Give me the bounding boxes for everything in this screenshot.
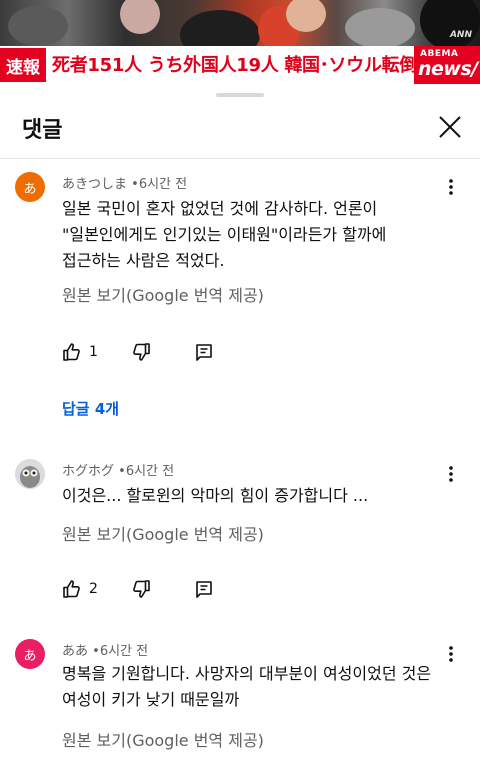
view-replies-button[interactable]: 답글 4개 — [62, 398, 119, 419]
abema-news-logo: ABEMA news/ — [414, 46, 480, 84]
reply-comment-icon — [196, 581, 212, 598]
drag-handle[interactable] — [216, 93, 264, 97]
comment-menu-button[interactable] — [440, 463, 462, 485]
thumbs-up-icon — [63, 580, 80, 598]
like-button[interactable]: 1 — [62, 340, 98, 364]
owl-avatar-image — [15, 459, 45, 489]
comment-text: 이것은... 할로윈의 악마의 힘이 증가합니다 ... — [62, 483, 457, 509]
comment-line: 일본 국민이 혼자 없었던 것에 감사하다. 언론이 — [62, 199, 378, 218]
more-vertical-icon — [449, 466, 453, 482]
like-count: 1 — [89, 344, 98, 360]
thumbs-down-icon — [133, 580, 150, 598]
comment-time: 6시간 전 — [125, 464, 175, 479]
comment-time: 6시간 전 — [138, 177, 188, 192]
avatar-letter: あ — [23, 181, 37, 197]
comments-sheet: 댓글 あ あきつしま •6시간 전 일본 국민이 혼자 없었던 것에 감사하다.… — [0, 84, 480, 771]
reply-comment-icon — [196, 344, 212, 361]
more-vertical-icon — [449, 646, 453, 662]
thumbs-down-icon — [133, 343, 150, 361]
like-count: 2 — [89, 581, 98, 597]
comment-menu-button[interactable] — [440, 176, 462, 198]
meta-separator: • — [118, 464, 126, 479]
avatar[interactable] — [15, 459, 45, 489]
ticker-headline: 死者151人 うち外国人19人 韓国･ソウル転倒事故 — [52, 55, 453, 76]
comment-line: 여성이 키가 낮기 때문일까 — [62, 690, 240, 709]
more-vertical-icon — [449, 179, 453, 195]
avatar[interactable]: あ — [15, 172, 45, 202]
logo-bottom-text: news/ — [418, 58, 478, 80]
comment-meta: ホグホグ •6시간 전 — [62, 460, 174, 479]
comment-line: 명복을 기원합니다. 사망자의 대부분이 여성이었던 것은 — [62, 664, 432, 683]
reply-button[interactable] — [195, 340, 213, 364]
avatar[interactable]: あ — [15, 639, 45, 669]
comment-time: 6시간 전 — [99, 644, 149, 659]
see-original-link[interactable]: 원본 보기(Google 번역 제공) — [62, 727, 264, 751]
like-button[interactable]: 2 — [62, 577, 98, 601]
dislike-button[interactable] — [131, 577, 151, 601]
meta-separator: • — [92, 644, 100, 659]
video-player[interactable]: ANN 速報 死者151人 うち外国人19人 韓国･ソウル転倒事故 ABEMA … — [0, 0, 480, 84]
breaking-tag: 速報 — [0, 48, 46, 82]
reply-button[interactable] — [195, 577, 213, 601]
close-button[interactable] — [434, 111, 466, 143]
dislike-button[interactable] — [131, 340, 151, 364]
sheet-title: 댓글 — [22, 118, 63, 143]
comment-text: 명복을 기원합니다. 사망자의 대부분이 여성이었던 것은 여성이 키가 낮기 … — [62, 661, 457, 713]
meta-separator: • — [131, 177, 139, 192]
thumbs-up-icon — [63, 343, 80, 361]
video-frame — [0, 0, 480, 46]
comment-meta: ああ •6시간 전 — [62, 640, 148, 659]
comment-author[interactable]: あきつしま — [62, 177, 127, 192]
see-original-link[interactable]: 원본 보기(Google 번역 제공) — [62, 521, 264, 545]
news-ticker: 速報 死者151人 うち外国人19人 韓国･ソウル転倒事故 ABEMA news… — [0, 46, 480, 84]
broadcaster-watermark: ANN — [449, 30, 472, 40]
comment-author[interactable]: ああ — [62, 644, 88, 659]
comment-text: 일본 국민이 혼자 없었던 것에 감사하다. 언론이 "일본인에게도 인기있는 … — [62, 196, 457, 274]
comment-meta: あきつしま •6시간 전 — [62, 173, 187, 192]
avatar-letter: あ — [23, 648, 37, 664]
comment-line: 접근하는 사람은 적었다. — [62, 251, 225, 270]
comment-line: 이것은... 할로윈의 악마의 힘이 증가합니다 ... — [62, 486, 369, 505]
comment-author[interactable]: ホグホグ — [62, 464, 114, 479]
comment-line: "일본인에게도 인기있는 이태원"이라든가 할까에 — [62, 225, 387, 244]
close-icon — [439, 116, 461, 138]
see-original-link[interactable]: 원본 보기(Google 번역 제공) — [62, 282, 264, 306]
header-divider — [0, 158, 480, 159]
